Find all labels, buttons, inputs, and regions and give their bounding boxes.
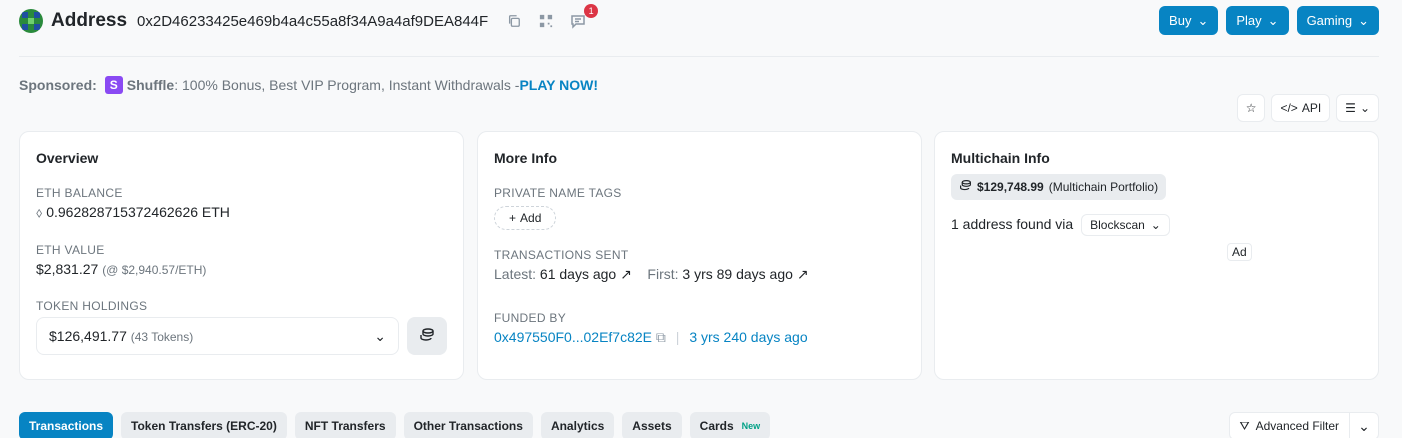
advanced-filter-button[interactable]: ⛛ Advanced Filter [1230, 413, 1350, 438]
chevron-down-icon: ⌄ [1359, 101, 1370, 115]
eth-value-label: ETH VALUE [36, 243, 105, 257]
plus-icon: + [509, 211, 517, 225]
tab-nft-transfers[interactable]: NFT Transfers [294, 412, 396, 438]
comment-icon[interactable]: 1 [568, 4, 599, 31]
buy-button[interactable]: Buy ⌄ [1159, 6, 1219, 35]
tab-assets[interactable]: Assets [622, 412, 682, 438]
advanced-filter: ⛛ Advanced Filter ⌄ [1228, 412, 1379, 438]
page-title: Address [51, 10, 128, 31]
address-hash: 0x2D46233425e469b4a4c55a8f34A9a4af9DEA84… [137, 12, 489, 30]
chevron-down-icon: ⌄ [1197, 12, 1209, 28]
favorite-button[interactable]: ☆ [1236, 94, 1266, 122]
coins-icon [959, 179, 972, 195]
gaming-button[interactable]: Gaming ⌄ [1296, 6, 1379, 35]
token-holdings-label: TOKEN HOLDINGS [36, 299, 148, 313]
notification-badge: 1 [584, 4, 599, 18]
sponsored-label: Sponsored: [19, 77, 97, 93]
chevron-down-icon: ⌄ [374, 327, 386, 344]
sponsored-banner: Sponsored: S Shuffle : 100% Bonus, Best … [19, 76, 598, 94]
tab-cards[interactable]: Cards New [689, 412, 771, 438]
funded-by-age-link[interactable]: 3 yrs 240 days ago [689, 329, 807, 345]
tab-transactions[interactable]: Transactions [19, 412, 114, 438]
token-portfolio-button[interactable] [407, 317, 447, 355]
address-tabs: Transactions Token Transfers (ERC-20) NF… [19, 412, 771, 438]
page-header: Address 0x2D46233425e469b4a4c55a8f34A9a4… [19, 4, 600, 36]
overview-card: Overview ETH BALANCE ⬨ 0.962828715372462… [19, 131, 464, 380]
arrow-up-right-icon[interactable]: ↗ [797, 266, 809, 282]
star-icon: ☆ [1245, 101, 1257, 115]
chevron-down-icon: ⌄ [1358, 12, 1369, 28]
blockscan-dropdown[interactable]: Blockscan ⌄ [1081, 214, 1170, 236]
play-now-link[interactable]: PLAY NOW! [519, 77, 598, 93]
api-button[interactable]: </> API [1271, 94, 1331, 122]
private-tags-label: PRIVATE NAME TAGS [494, 186, 622, 200]
chevron-down-icon: ⌄ [1150, 218, 1161, 232]
ethereum-icon: ⬨ [36, 204, 43, 220]
list-check-icon: ☰ [1345, 101, 1356, 115]
copy-icon[interactable] [504, 11, 524, 31]
coins-icon [419, 327, 435, 346]
eth-value: $2,831.27 (@ $2,940.57/ETH) [36, 261, 207, 277]
ad-label: Ad [1227, 243, 1252, 261]
overview-title: Overview [36, 150, 99, 166]
filter-icon: ⛛ [1239, 418, 1250, 433]
more-info-card: More Info PRIVATE NAME TAGS + Add TRANSA… [477, 131, 922, 380]
multichain-title: Multichain Info [951, 150, 1050, 166]
address-toolbar: ☆ </> API ☰ ⌄ [1236, 94, 1379, 122]
funded-by-address-link[interactable]: 0x497550F0...02Ef7c82E [494, 329, 652, 345]
multichain-portfolio-pill[interactable]: $129,748.99 (Multichain Portfolio) [951, 174, 1167, 200]
arrow-up-right-icon[interactable]: ↗ [620, 266, 632, 282]
chevron-down-icon: ⌄ [1358, 417, 1370, 434]
address-avatar [19, 9, 43, 33]
advanced-filter-dropdown[interactable]: ⌄ [1350, 413, 1378, 438]
play-button[interactable]: Play ⌄ [1226, 6, 1289, 35]
new-badge: New [741, 421, 761, 431]
sponsor-text: : 100% Bonus, Best VIP Program, Instant … [174, 77, 520, 93]
tab-analytics[interactable]: Analytics [540, 412, 615, 438]
tx-sent-label: TRANSACTIONS SENT [494, 248, 629, 262]
sponsor-brand[interactable]: Shuffle [127, 77, 174, 93]
header-divider [19, 56, 1379, 57]
code-icon: </> [1280, 101, 1298, 115]
multichain-card: Multichain Info $129,748.99 (Multichain … [934, 131, 1379, 380]
address-found-row: 1 address found via Blockscan ⌄ [951, 214, 1362, 236]
tx-sent-values: Latest: 61 days ago ↗ First: 3 yrs 89 da… [494, 266, 809, 282]
funded-by-label: FUNDED BY [494, 311, 567, 325]
qr-code-icon[interactable] [536, 11, 556, 31]
tab-token-transfers[interactable]: Token Transfers (ERC-20) [121, 412, 287, 438]
token-holdings-dropdown[interactable]: $126,491.77 (43 Tokens) ⌄ [36, 317, 399, 355]
list-options-button[interactable]: ☰ ⌄ [1336, 94, 1379, 122]
more-info-title: More Info [494, 150, 557, 166]
eth-balance-label: ETH BALANCE [36, 186, 123, 200]
chevron-down-icon: ⌄ [1267, 12, 1279, 28]
add-tag-button[interactable]: + Add [494, 206, 557, 230]
eth-balance: ⬨ 0.962828715372462626 ETH [36, 204, 230, 220]
copy-icon[interactable]: ⧉ [656, 329, 666, 345]
shuffle-logo-icon: S [104, 76, 123, 94]
top-action-buttons: Buy ⌄ Play ⌄ Gaming ⌄ [1159, 6, 1379, 35]
tab-other-transactions[interactable]: Other Transactions [403, 412, 533, 438]
funded-by-row: 0x497550F0...02Ef7c82E ⧉ | 3 yrs 240 day… [494, 329, 808, 345]
